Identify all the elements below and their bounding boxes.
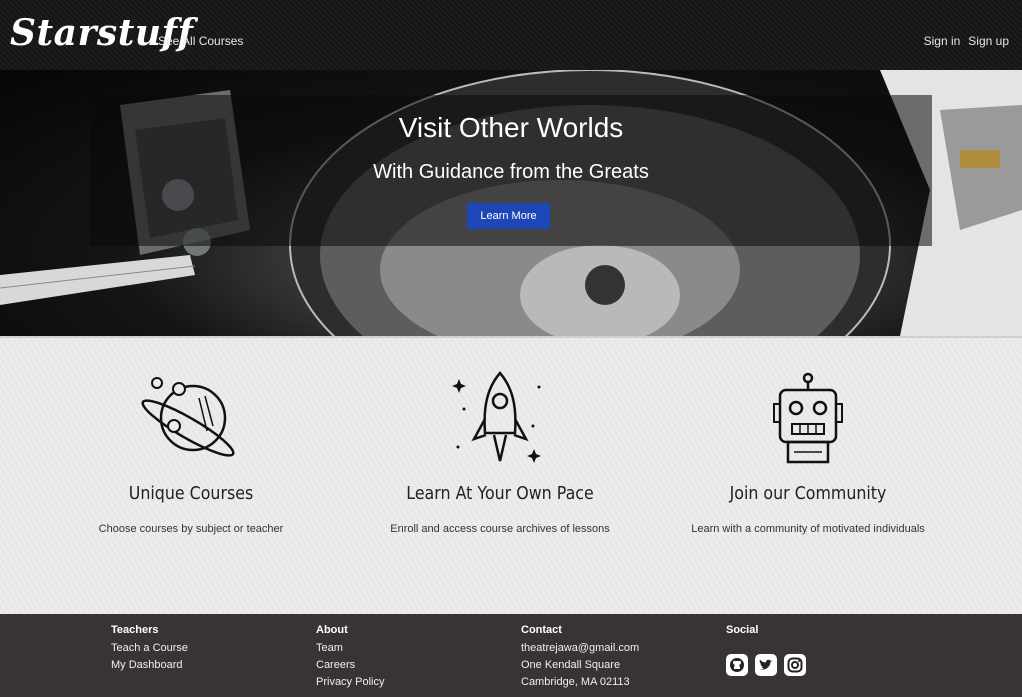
my-dashboard-link[interactable]: My Dashboard bbox=[111, 657, 188, 674]
sign-up-link[interactable]: Sign up bbox=[968, 34, 1009, 48]
footer-heading: Teachers bbox=[111, 624, 159, 636]
footer-contact: Contact theatrejawa@gmail.com One Kendal… bbox=[521, 624, 639, 691]
github-icon[interactable] bbox=[726, 654, 748, 676]
feature-title: Join our Community bbox=[729, 483, 887, 504]
robot-icon bbox=[773, 372, 843, 464]
instagram-icon[interactable] bbox=[784, 654, 806, 676]
footer-heading: About bbox=[316, 624, 348, 636]
contact-address-line1: One Kendall Square bbox=[521, 659, 621, 671]
rocket-icon bbox=[452, 371, 541, 463]
footer: Teachers Teach a Course My Dashboard Abo… bbox=[0, 614, 1022, 697]
footer-heading: Contact bbox=[521, 624, 562, 636]
social-icons bbox=[726, 654, 806, 676]
sign-in-link[interactable]: Sign in bbox=[924, 34, 961, 48]
auth-links: Sign in Sign up bbox=[924, 34, 1009, 48]
navbar: Starstuff See All Courses Sign in Sign u… bbox=[0, 0, 1022, 70]
contact-email: theatrejawa@gmail.com bbox=[521, 642, 640, 654]
footer-teachers: Teachers Teach a Course My Dashboard bbox=[111, 624, 188, 674]
hero-subtitle: With Guidance from the Greats bbox=[373, 161, 649, 183]
feature-description: Learn with a community of motivated indi… bbox=[691, 523, 925, 535]
twitter-icon[interactable] bbox=[755, 654, 777, 676]
team-link[interactable]: Team bbox=[316, 640, 384, 657]
careers-link[interactable]: Careers bbox=[316, 657, 384, 674]
hero-banner: Visit Other Worlds With Guidance from th… bbox=[0, 70, 1022, 336]
footer-about: About Team Careers Privacy Policy bbox=[316, 624, 384, 691]
see-all-courses-link[interactable]: See All Courses bbox=[158, 34, 243, 48]
features-section: Unique Courses Choose courses by subject… bbox=[0, 336, 1022, 614]
feature-description: Choose courses by subject or teacher bbox=[98, 523, 284, 535]
contact-address-line2: Cambridge, MA 02113 bbox=[521, 676, 630, 688]
planet-icon bbox=[141, 377, 235, 457]
feature-description: Enroll and access course archives of les… bbox=[390, 523, 610, 535]
hero-title: Visit Other Worlds bbox=[398, 112, 624, 143]
teach-a-course-link[interactable]: Teach a Course bbox=[111, 640, 188, 657]
feature-title: Learn At Your Own Pace bbox=[406, 483, 594, 504]
footer-social: Social bbox=[726, 624, 806, 676]
feature-title: Unique Courses bbox=[128, 483, 254, 504]
learn-more-button[interactable]: Learn More bbox=[467, 203, 550, 229]
privacy-policy-link[interactable]: Privacy Policy bbox=[316, 674, 384, 691]
footer-heading: Social bbox=[726, 624, 759, 636]
